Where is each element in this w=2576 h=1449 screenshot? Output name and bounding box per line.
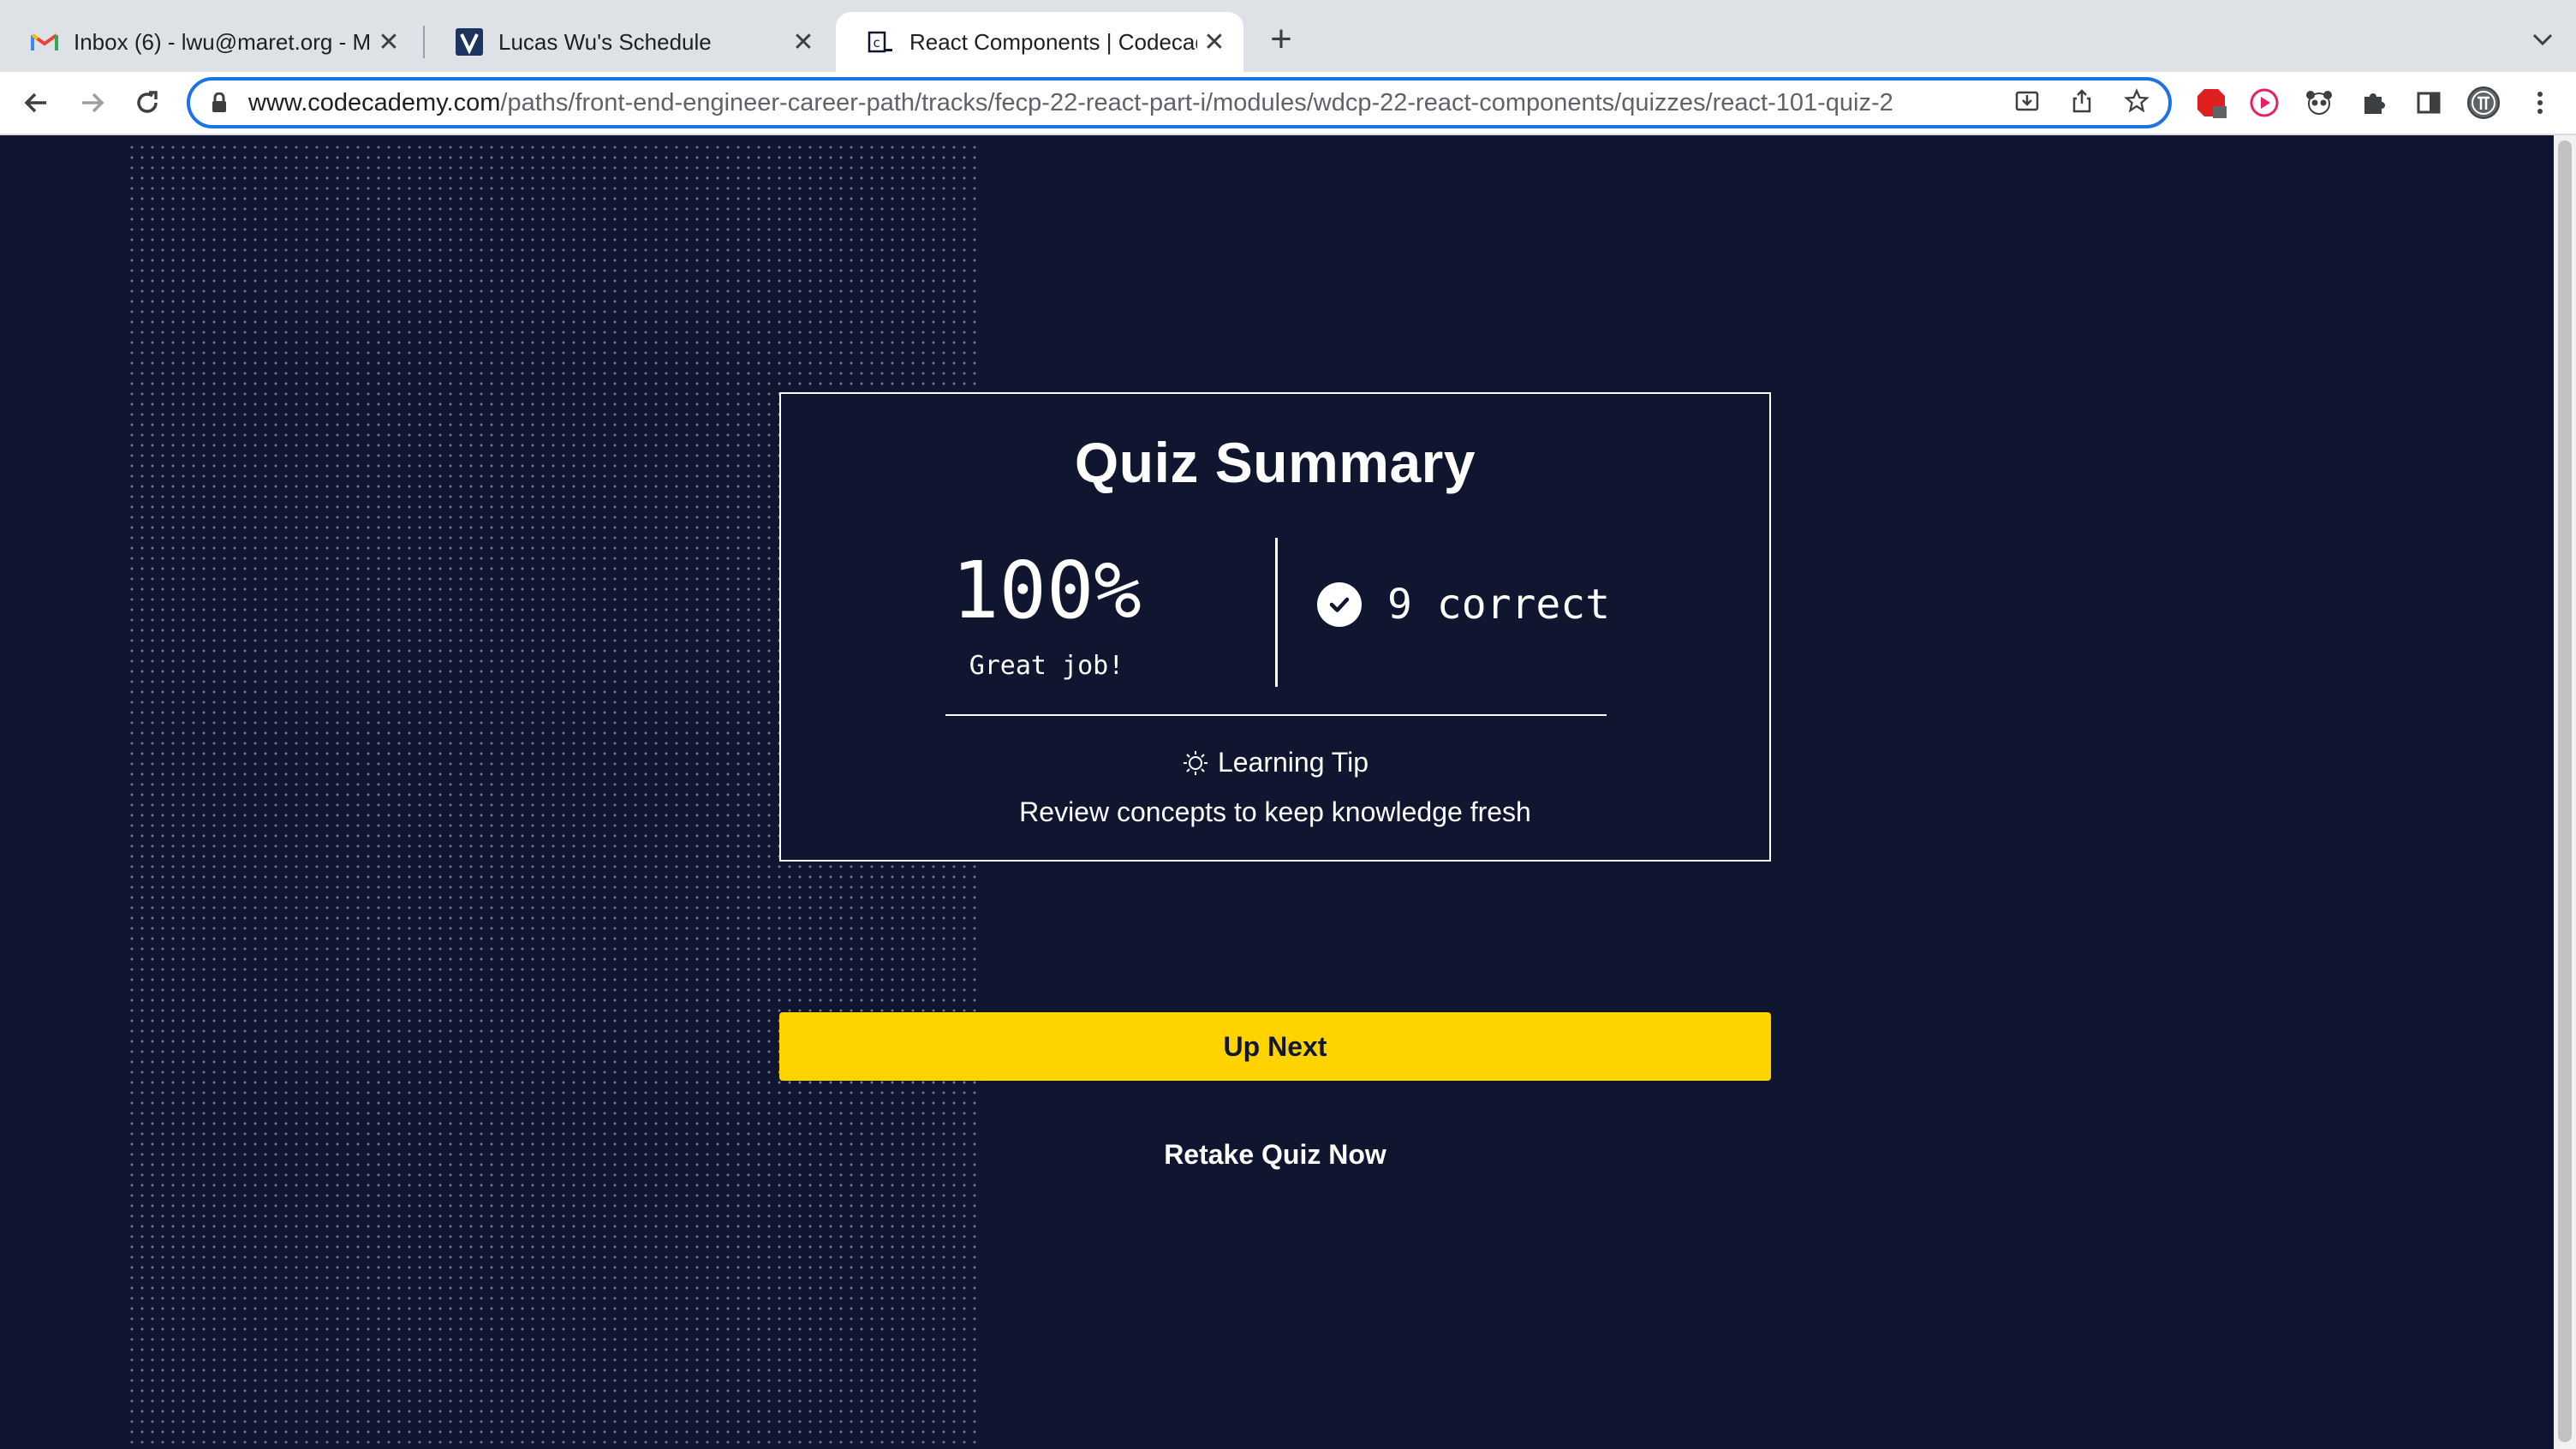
svg-text:c: c xyxy=(873,35,880,51)
address-bar[interactable]: www.codecademy.com/paths/front-end-engin… xyxy=(187,77,2172,128)
close-icon[interactable]: ✕ xyxy=(1197,27,1231,57)
tab-title: Lucas Wu's Schedule xyxy=(498,28,712,55)
install-app-icon[interactable] xyxy=(2014,88,2040,118)
check-circle-icon xyxy=(1317,582,1362,627)
learning-tip-title: Learning Tip xyxy=(1217,747,1369,778)
quiz-page: Quiz Summary 100% Great job! 9 correct L… xyxy=(0,135,2554,1449)
retake-quiz-button[interactable]: Retake Quiz Now xyxy=(1104,1129,1446,1180)
close-icon[interactable]: ✕ xyxy=(372,27,406,57)
back-arrow-icon[interactable] xyxy=(17,84,55,122)
browser-toolbar: www.codecademy.com/paths/front-end-engin… xyxy=(0,72,2576,135)
learning-tip-text: Review concepts to keep knowledge fresh xyxy=(1019,796,1531,827)
score-percentage: 100% xyxy=(951,545,1142,636)
quiz-summary-title: Quiz Summary xyxy=(1074,431,1476,494)
correct-count: 9 correct xyxy=(1317,581,1610,629)
veracross-v-icon xyxy=(456,28,483,56)
reload-icon[interactable] xyxy=(128,84,166,122)
vertical-divider xyxy=(1275,538,1278,687)
side-panel-icon[interactable] xyxy=(2410,84,2448,122)
tab-title: React Components | Codecade xyxy=(909,28,1197,55)
tab-schedule[interactable]: Lucas Wu's Schedule ✕ xyxy=(425,12,832,72)
tab-title: Inbox (6) - lwu@maret.org - Ma xyxy=(74,28,372,55)
url-host: www.codecademy.com xyxy=(248,88,501,116)
video-play-extension-icon[interactable] xyxy=(2245,84,2283,122)
forward-arrow-icon[interactable] xyxy=(74,84,111,122)
tab-search-chevron-icon[interactable] xyxy=(2531,24,2554,53)
new-tab-button[interactable]: + xyxy=(1262,21,1300,58)
panda-extension-icon[interactable] xyxy=(2300,84,2338,122)
url-path: /paths/front-end-engineer-career-path/tr… xyxy=(500,88,1893,116)
profile-avatar[interactable] xyxy=(2465,84,2502,122)
quiz-summary-card: Quiz Summary 100% Great job! 9 correct L… xyxy=(779,392,1771,862)
page-scrollbar[interactable] xyxy=(2554,135,2576,1449)
close-icon[interactable]: ✕ xyxy=(786,27,820,57)
horizontal-divider xyxy=(945,714,1607,716)
learning-tip-heading: Learning Tip xyxy=(781,747,1769,778)
correct-count-text: 9 correct xyxy=(1387,581,1611,629)
lock-icon[interactable] xyxy=(211,92,228,113)
browser-menu-icon[interactable] xyxy=(2521,84,2559,122)
browser-tab-bar: Inbox (6) - lwu@maret.org - Ma ✕ Lucas W… xyxy=(0,0,2576,72)
score-block: 100% Great job! xyxy=(918,545,1175,682)
codecademy-icon: c xyxy=(867,28,894,56)
gmail-icon xyxy=(31,28,58,56)
score-message: Great job! xyxy=(969,651,1124,681)
bookmark-star-icon[interactable] xyxy=(2124,87,2150,118)
up-next-button[interactable]: Up Next xyxy=(779,1012,1771,1081)
extensions-puzzle-icon[interactable] xyxy=(2355,84,2393,122)
scrollbar-thumb[interactable] xyxy=(2558,140,2572,1442)
tab-codecademy[interactable]: c React Components | Codecade ✕ xyxy=(836,12,1243,72)
url-text[interactable]: www.codecademy.com/paths/front-end-engin… xyxy=(248,89,2014,117)
tab-gmail[interactable]: Inbox (6) - lwu@maret.org - Ma ✕ xyxy=(0,12,418,72)
adblock-extension-icon[interactable] xyxy=(2192,84,2230,122)
lightbulb-icon xyxy=(1182,749,1209,777)
share-icon[interactable] xyxy=(2069,88,2095,118)
